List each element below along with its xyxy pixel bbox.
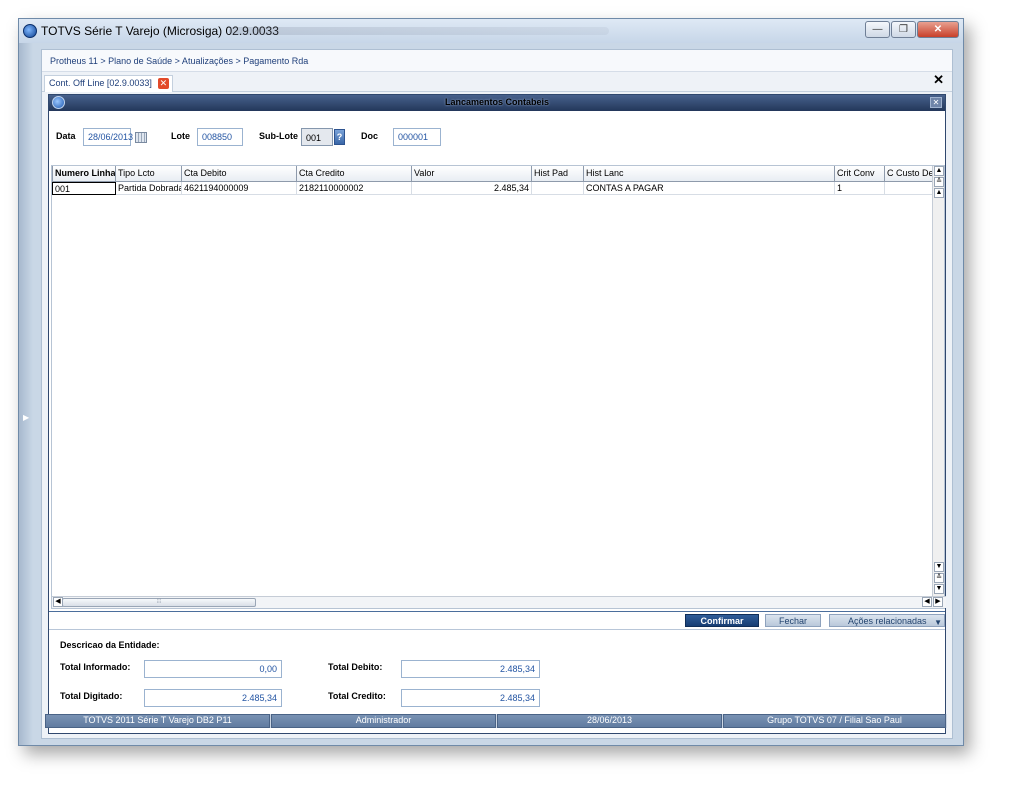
status-user: Administrador: [271, 714, 497, 728]
breadcrumb-bar: Protheus 11 > Plano de Saúde > Atualizaç…: [42, 50, 952, 72]
cell-hist-pad[interactable]: [532, 182, 584, 195]
total-credito-label: Total Credito:: [328, 691, 386, 701]
scroll-up-icon[interactable]: ▲: [934, 188, 944, 198]
breadcrumb[interactable]: Protheus 11 > Plano de Saúde > Atualizaç…: [50, 56, 308, 66]
scroll-top-icon[interactable]: ▲: [934, 166, 944, 176]
total-digitado-label: Total Digitado:: [60, 691, 123, 701]
vertical-scrollbar[interactable]: ▲ ≙ ▲ ▼ ≚ ▼: [932, 166, 944, 596]
expand-arrow-icon[interactable]: ▶: [23, 413, 29, 422]
cell-tipo-lcto[interactable]: Partida Dobrada: [116, 182, 182, 195]
dialog-title: Lancamentos Contabeis: [444, 97, 550, 107]
col-header-cta-debito[interactable]: Cta Debito: [182, 166, 297, 182]
total-informado-field[interactable]: 0,00: [144, 660, 282, 678]
grid-header: Numero Linha Tipo Lcto Cta Debito Cta Cr…: [52, 166, 934, 182]
dialog-close-icon[interactable]: ✕: [930, 97, 942, 108]
total-informado-label: Total Informado:: [60, 662, 131, 672]
chevron-down-icon: ▼: [934, 618, 942, 627]
sublote-lookup-icon[interactable]: ?: [334, 129, 345, 145]
col-header-valor[interactable]: Valor: [412, 166, 532, 182]
total-credito-field[interactable]: 2.485,34: [401, 689, 540, 707]
col-header-hist-lanc[interactable]: Hist Lanc: [584, 166, 835, 182]
related-actions-button[interactable]: Ações relacionadas ▼: [829, 614, 945, 627]
doc-field[interactable]: 000001: [393, 128, 441, 146]
side-panel-strip[interactable]: ▶: [19, 43, 33, 745]
lancamentos-dialog: Lancamentos Contabeis ✕ Data 28/06/2013 …: [48, 94, 946, 734]
scroll-page-up-icon[interactable]: ≙: [934, 177, 944, 187]
scroll-bottom-icon[interactable]: ▼: [934, 584, 944, 594]
total-debito-label: Total Debito:: [328, 662, 383, 672]
col-header-numero-linha[interactable]: Numero Linha: [52, 166, 116, 182]
data-field[interactable]: 28/06/2013: [83, 128, 133, 146]
total-digitado-field[interactable]: 2.485,34: [144, 689, 282, 707]
tab-label: Cont. Off Line [02.9.0033]: [49, 78, 152, 88]
col-header-crit-conv[interactable]: Crit Conv: [835, 166, 885, 182]
cell-numero-linha[interactable]: 001: [52, 182, 116, 195]
status-bar: TOTVS 2011 Série T Varejo DB2 P11 Admini…: [45, 714, 947, 728]
button-bar: Confirmar Fechar Ações relacionadas ▼: [49, 611, 945, 627]
scroll-right-icon[interactable]: ▶: [933, 597, 943, 607]
scroll-page-down-icon[interactable]: ≚: [934, 573, 944, 583]
frame-close-icon[interactable]: ✕: [933, 72, 944, 88]
tab-row: Cont. Off Line [02.9.0033] ✕: [42, 72, 952, 92]
col-header-c-custo-deb[interactable]: C Custo Deb: [885, 166, 934, 182]
horizontal-scrollbar[interactable]: ◀ ⁞⁞⁞ ◀ ▶: [52, 596, 946, 608]
cell-crit-conv[interactable]: 1: [835, 182, 885, 195]
doc-label: Doc: [361, 131, 379, 141]
window-controls: — ❐ ✕: [864, 21, 959, 38]
sublote-label: Sub-Lote: [259, 131, 298, 141]
confirm-button[interactable]: Confirmar: [685, 614, 759, 627]
cell-valor[interactable]: 2.485,34: [412, 182, 532, 195]
col-header-hist-pad[interactable]: Hist Pad: [532, 166, 584, 182]
cell-cta-debito[interactable]: 4621194000009: [182, 182, 297, 195]
data-label: Data: [56, 131, 76, 141]
descricao-entidade-label: Descricao da Entidade:: [60, 640, 160, 650]
title-bar[interactable]: TOTVS Série T Varejo (Microsiga) 02.9.00…: [19, 19, 963, 43]
workspace-frame: Protheus 11 > Plano de Saúde > Atualizaç…: [41, 49, 953, 739]
totvs-logo-icon: [23, 24, 37, 38]
col-header-tipo-lcto[interactable]: Tipo Lcto: [116, 166, 182, 182]
table-row[interactable]: 001 Partida Dobrada 4621194000009 218211…: [52, 182, 934, 195]
close-icon[interactable]: ✕: [917, 21, 959, 38]
sublote-field[interactable]: 001: [301, 128, 333, 146]
tab-close-icon[interactable]: ✕: [157, 78, 169, 89]
blurred-background-title: [229, 27, 609, 35]
status-date: 28/06/2013: [497, 714, 723, 728]
status-environment: TOTVS 2011 Série T Varejo DB2 P11: [45, 714, 271, 728]
lote-label: Lote: [171, 131, 190, 141]
calendar-icon[interactable]: [135, 132, 147, 143]
app-window: TOTVS Série T Varejo (Microsiga) 02.9.00…: [18, 18, 964, 746]
lancamentos-grid[interactable]: Numero Linha Tipo Lcto Cta Debito Cta Cr…: [51, 165, 946, 609]
minimize-icon[interactable]: —: [865, 21, 890, 38]
horizontal-scroll-thumb[interactable]: ⁞⁞⁞: [62, 598, 256, 607]
cell-cta-credito[interactable]: 2182110000002: [297, 182, 412, 195]
cell-hist-lanc[interactable]: CONTAS A PAGAR: [584, 182, 835, 195]
related-actions-label: Ações relacionadas: [848, 616, 927, 626]
dialog-title-bar[interactable]: Lancamentos Contabeis ✕: [49, 95, 945, 111]
status-branch: Grupo TOTVS 07 / Filial Sao Paul: [723, 714, 947, 728]
lote-field[interactable]: 008850: [197, 128, 243, 146]
cell-c-custo-deb[interactable]: [885, 182, 934, 195]
scroll-left-end-icon[interactable]: ◀: [922, 597, 932, 607]
col-header-cta-credito[interactable]: Cta Credito: [297, 166, 412, 182]
close-button[interactable]: Fechar: [765, 614, 821, 627]
restore-icon[interactable]: ❐: [891, 21, 916, 38]
total-debito-field[interactable]: 2.485,34: [401, 660, 540, 678]
scroll-down-icon[interactable]: ▼: [934, 562, 944, 572]
tab-cont-off-line[interactable]: Cont. Off Line [02.9.0033] ✕: [44, 75, 173, 92]
